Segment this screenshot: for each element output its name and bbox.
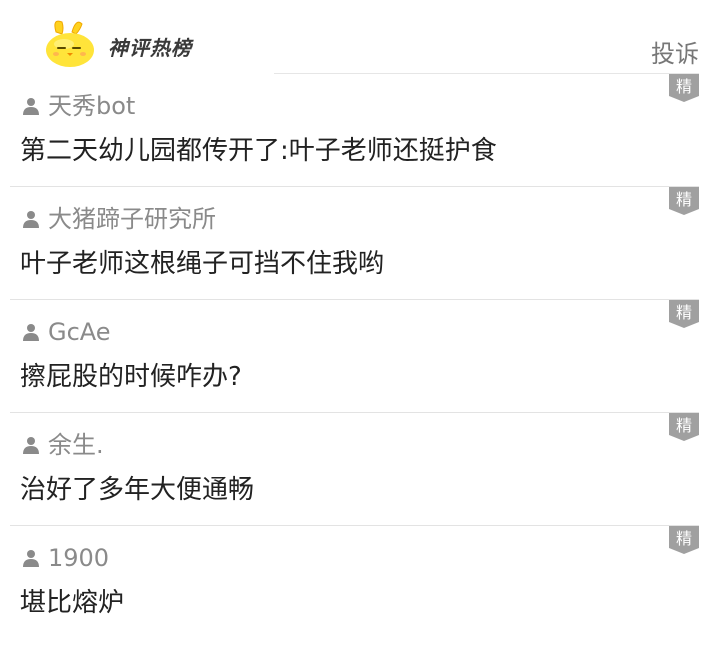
author-name: 大猪蹄子研究所 bbox=[48, 205, 216, 233]
comment-text: 堪比熔炉 bbox=[20, 588, 125, 618]
featured-badge-label: 精 bbox=[676, 190, 692, 209]
comment-author[interactable]: 天秀bot bbox=[22, 92, 135, 120]
featured-badge: 精 bbox=[669, 526, 699, 554]
comment-item[interactable]: 精 余生. 治好了多年大便通畅 bbox=[10, 413, 699, 526]
author-name: 1900 bbox=[48, 544, 110, 572]
comment-item[interactable]: 精 天秀bot 第二天幼儿园都传开了:叶子老师还挺护食 bbox=[10, 74, 699, 187]
comment-text: 第二天幼儿园都传开了:叶子老师还挺护食 bbox=[20, 136, 497, 166]
featured-badge-label: 精 bbox=[676, 303, 692, 322]
comment-list: 精 天秀bot 第二天幼儿园都传开了:叶子老师还挺护食 精 大猪蹄子研究所 叶子… bbox=[0, 74, 707, 638]
comment-author[interactable]: 余生. bbox=[22, 431, 104, 459]
featured-badge: 精 bbox=[669, 74, 699, 102]
comment-author[interactable]: 1900 bbox=[22, 544, 109, 572]
comment-text: 治好了多年大便通畅 bbox=[20, 475, 255, 505]
comment-author[interactable]: 大猪蹄子研究所 bbox=[22, 205, 216, 233]
report-button[interactable]: 投诉 bbox=[651, 34, 699, 69]
featured-badge: 精 bbox=[669, 300, 699, 328]
author-name: GcAe bbox=[48, 318, 111, 346]
user-icon bbox=[22, 436, 40, 454]
author-name: 天秀bot bbox=[48, 92, 136, 120]
featured-badge: 精 bbox=[669, 187, 699, 215]
featured-badge-label: 精 bbox=[676, 416, 692, 435]
featured-badge-label: 精 bbox=[676, 77, 692, 96]
comment-item[interactable]: 精 GcAe 擦屁股的时候咋办? bbox=[10, 300, 699, 413]
comment-text: 擦屁股的时候咋办? bbox=[20, 362, 242, 392]
comment-author[interactable]: GcAe bbox=[22, 318, 111, 346]
featured-badge: 精 bbox=[669, 413, 699, 441]
comment-item[interactable]: 精 大猪蹄子研究所 叶子老师这根绳子可挡不住我哟 bbox=[10, 187, 699, 300]
header: 神评热榜 投诉 bbox=[0, 0, 707, 74]
user-icon bbox=[22, 210, 40, 228]
comment-text: 叶子老师这根绳子可挡不住我哟 bbox=[20, 249, 385, 279]
featured-badge-label: 精 bbox=[676, 529, 692, 548]
user-icon bbox=[22, 97, 40, 115]
user-icon bbox=[22, 549, 40, 567]
mascot-logo-icon bbox=[42, 16, 98, 70]
comment-item[interactable]: 精 1900 堪比熔炉 bbox=[10, 526, 699, 638]
user-icon bbox=[22, 323, 40, 341]
brand-title: 神评热榜 bbox=[108, 36, 192, 60]
author-name: 余生. bbox=[48, 431, 104, 459]
